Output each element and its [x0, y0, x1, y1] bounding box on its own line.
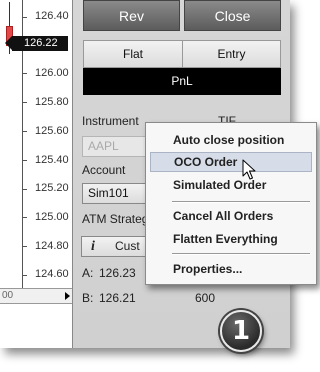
scroll-time-label: 00 — [2, 290, 14, 301]
flat-button[interactable]: Flat — [83, 40, 183, 68]
axis-label: 126.40 — [35, 10, 69, 22]
atm-strategy-button[interactable]: i Cust — [81, 236, 151, 257]
axis-label: 126.00 — [35, 67, 69, 79]
axis-label: 125.60 — [35, 125, 69, 137]
account-select[interactable]: Sim101 — [82, 183, 152, 204]
axis-label: 125.20 — [35, 182, 69, 194]
menu-item-cancel-all-orders[interactable]: Cancel All Orders — [150, 206, 312, 226]
instrument-field[interactable]: AAPL — [82, 136, 152, 157]
menu-item-oco-order[interactable]: OCO Order — [150, 152, 312, 172]
context-menu: Auto close position OCO Order Simulated … — [145, 122, 317, 285]
horizontal-scrollbar[interactable]: 00 — [0, 288, 72, 304]
axis-label: 124.80 — [35, 240, 69, 252]
scroll-right-arrow-icon[interactable] — [65, 292, 70, 300]
mouse-pointer-icon — [242, 159, 256, 180]
ask-price: 126.23 — [99, 266, 136, 280]
axis-tick — [22, 17, 27, 18]
axis-tick — [22, 217, 27, 218]
axis-tick — [22, 102, 27, 103]
bid-label: B: — [82, 291, 94, 305]
axis-tick — [22, 160, 27, 161]
account-label: Account — [82, 163, 126, 177]
axis-tick — [22, 246, 27, 247]
axis-tick — [22, 275, 27, 276]
menu-item-properties[interactable]: Properties... — [150, 259, 312, 279]
atm-strategy-label: ATM Strateg — [82, 212, 149, 226]
rev-button[interactable]: Rev — [83, 0, 180, 31]
atm-strategy-value: Cust — [115, 239, 140, 253]
axis-tick — [22, 131, 27, 132]
entry-button[interactable]: Entry — [182, 40, 281, 68]
menu-separator — [172, 253, 310, 255]
axis-label: 125.40 — [35, 154, 69, 166]
axis-label: 124.60 — [35, 268, 69, 280]
menu-separator — [172, 201, 310, 203]
current-price-marker: 126.22 — [5, 36, 68, 51]
axis-label: 125.80 — [35, 96, 69, 108]
axis-label: 125.00 — [35, 211, 69, 223]
close-button[interactable]: Close — [184, 0, 281, 31]
instrument-label: Instrument — [82, 114, 139, 128]
axis-tick — [22, 73, 27, 74]
step-number-badge: 1 — [220, 310, 262, 352]
pnl-display: PnL — [83, 68, 281, 95]
info-icon: i — [91, 239, 95, 254]
menu-item-auto-close-position[interactable]: Auto close position — [150, 130, 312, 150]
menu-item-simulated-order[interactable]: Simulated Order — [150, 175, 312, 195]
axis-tick — [22, 189, 27, 190]
bid-price: 126.21 — [99, 291, 136, 305]
price-chart[interactable]: 126.40 126.00 125.80 125.60 125.40 125.2… — [0, 0, 72, 308]
menu-item-flatten-everything[interactable]: Flatten Everything — [150, 229, 312, 249]
ask-label: A: — [82, 266, 94, 280]
bid-size: 600 — [195, 291, 216, 305]
